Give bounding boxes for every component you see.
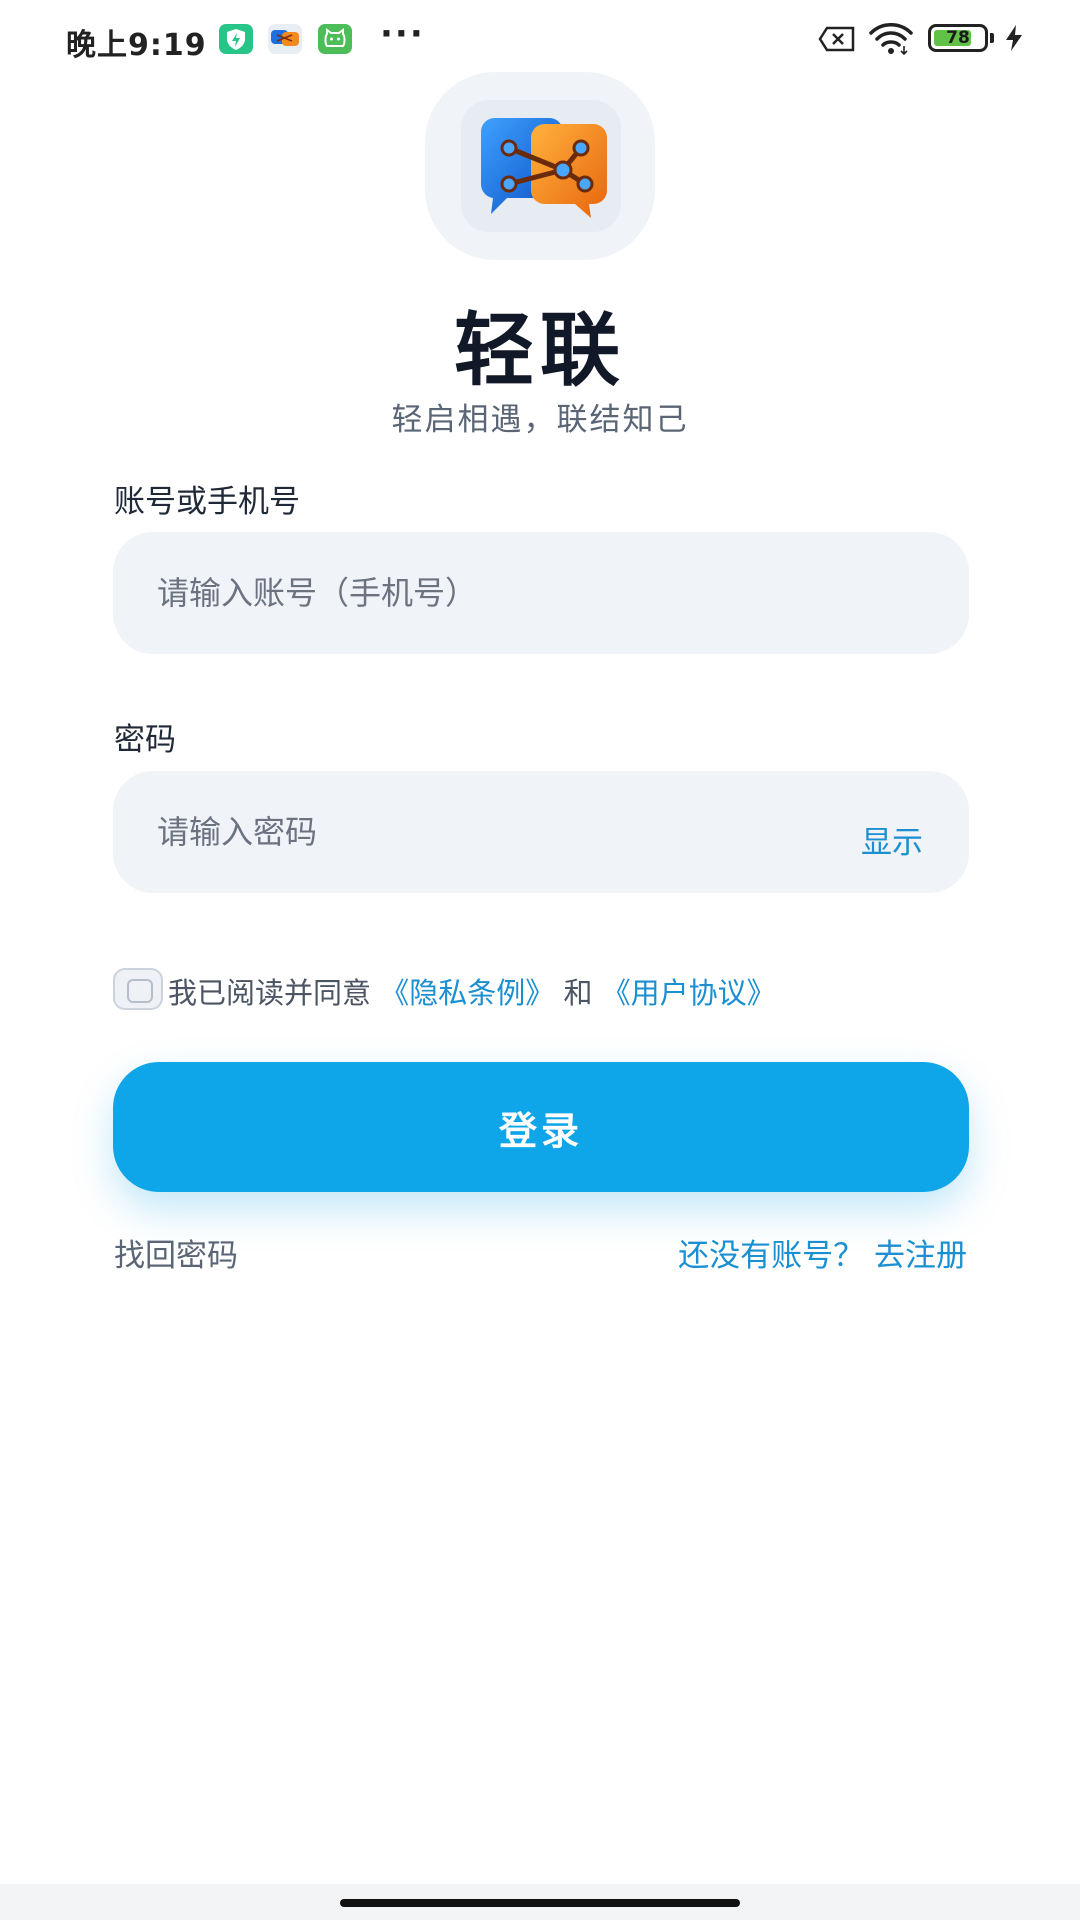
account-field-label: 账号或手机号 [114, 484, 300, 520]
chat-app-icon [268, 24, 302, 54]
agreement-text: 我已阅读并同意 《隐私条例》 和 《用户协议》 [168, 970, 776, 1012]
login-button[interactable]: 登录 [113, 1062, 969, 1192]
account-field-container [113, 532, 969, 654]
status-bar: 晚上9:19 ··· 78 [0, 0, 1080, 80]
app-name: 轻联 [454, 304, 626, 397]
password-field-label: 密码 [114, 722, 176, 758]
password-field-container: 显示 [113, 771, 969, 893]
app-logo-icon [461, 100, 621, 232]
show-password-toggle[interactable]: 显示 [861, 817, 923, 862]
privacy-policy-link[interactable]: 《隐私条例》 [380, 976, 554, 1010]
register-link[interactable]: 还没有账号？ 去注册 [678, 1230, 967, 1275]
battery-icon: 78 [928, 24, 988, 52]
more-notifications-icon: ··· [380, 14, 425, 54]
agreement-row: 我已阅读并同意 《隐私条例》 和 《用户协议》 [113, 966, 973, 1016]
agreement-checkbox[interactable] [113, 968, 163, 1010]
battery-level: 78 [946, 28, 970, 48]
no-sim-icon [818, 26, 856, 56]
status-time: 晚上9:19 [66, 28, 207, 63]
shield-bolt-icon [219, 24, 253, 54]
wifi-icon [868, 22, 914, 60]
password-input[interactable] [157, 771, 797, 893]
app-logo-container [425, 72, 655, 260]
forgot-password-link[interactable]: 找回密码 [114, 1230, 238, 1275]
app-slogan: 轻启相遇，联结知己 [391, 402, 689, 438]
home-indicator[interactable] [340, 1899, 740, 1907]
agreement-prefix: 我已阅读并同意 [168, 976, 381, 1010]
battery-nub [990, 33, 994, 43]
charging-bolt-icon [1004, 24, 1024, 56]
user-agreement-link[interactable]: 《用户协议》 [602, 976, 776, 1010]
account-input[interactable] [157, 532, 797, 654]
agreement-conjunction: 和 [554, 976, 602, 1010]
cat-app-icon [318, 24, 352, 54]
